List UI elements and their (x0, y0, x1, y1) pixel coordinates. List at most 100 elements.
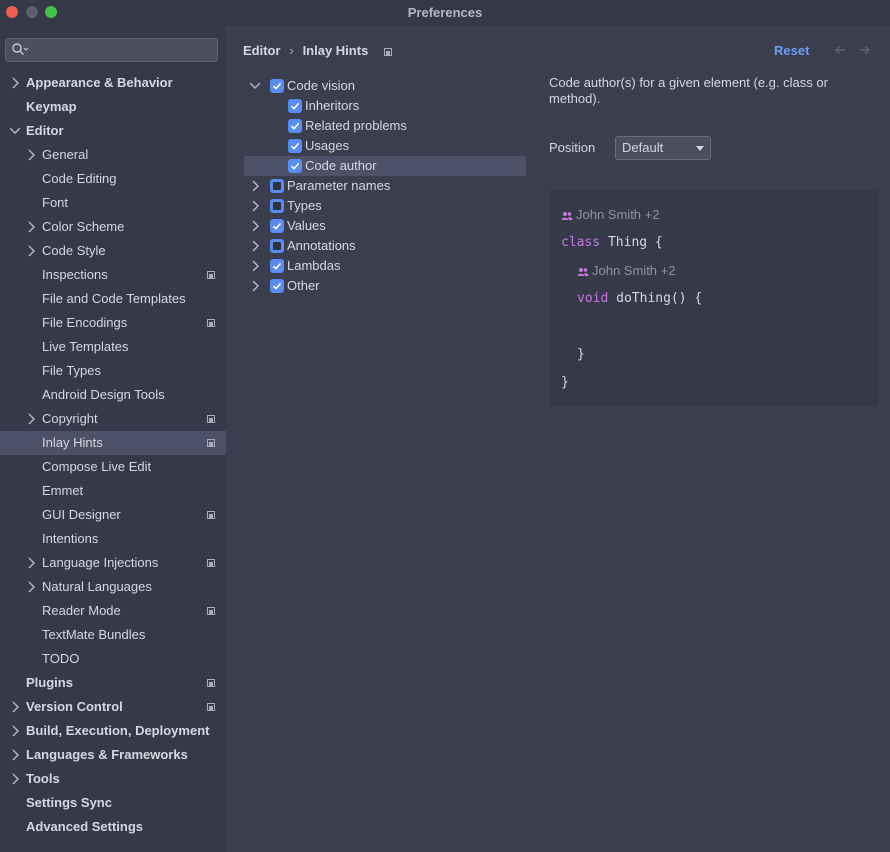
checkbox-checked[interactable] (270, 279, 284, 293)
hint-item-label: Other (287, 278, 320, 293)
class-declaration: Thing { (600, 235, 663, 250)
sidebar-item-advanced-settings[interactable]: Advanced Settings (0, 815, 226, 839)
checkbox-checked[interactable] (270, 79, 284, 93)
sidebar-item-inspections[interactable]: Inspections (0, 263, 226, 287)
checkbox-partial[interactable] (270, 199, 284, 213)
chevron-right-icon[interactable] (250, 200, 260, 212)
chevron-right-icon[interactable] (26, 149, 36, 161)
chevron-right-icon[interactable] (26, 413, 36, 425)
checkbox-checked[interactable] (288, 99, 302, 113)
hint-item-other[interactable]: Other (244, 276, 526, 296)
checkbox-checked[interactable] (288, 159, 302, 173)
sidebar-item-plugins[interactable]: Plugins (0, 671, 226, 695)
sidebar-item-natural-languages[interactable]: Natural Languages (0, 575, 226, 599)
chevron-right-icon[interactable] (250, 220, 260, 232)
sidebar-item-label: Live Templates (42, 339, 129, 354)
sidebar-item-copyright[interactable]: Copyright (0, 407, 226, 431)
sidebar-item-file-types[interactable]: File Types (0, 359, 226, 383)
sidebar-item-file-encodings[interactable]: File Encodings (0, 311, 226, 335)
chevron-right-icon[interactable] (10, 701, 20, 713)
sidebar-item-reader-mode[interactable]: Reader Mode (0, 599, 226, 623)
sidebar-item-code-style[interactable]: Code Style (0, 239, 226, 263)
hint-item-label: Inheritors (305, 98, 360, 113)
project-scope-icon (207, 703, 215, 711)
sidebar-item-label: Tools (26, 771, 60, 786)
keyword-class: class (561, 235, 601, 250)
sidebar-item-code-editing[interactable]: Code Editing (0, 167, 226, 191)
sidebar-item-intentions[interactable]: Intentions (0, 527, 226, 551)
back-arrow-icon[interactable] (834, 44, 846, 56)
sidebar-item-label: Font (42, 195, 69, 210)
hint-item-inheritors[interactable]: Inheritors (244, 96, 526, 116)
forward-arrow-icon[interactable] (859, 44, 871, 56)
chevron-right-icon[interactable] (26, 245, 36, 257)
sidebar-item-general[interactable]: General (0, 143, 226, 167)
sidebar-item-label: GUI Designer (42, 507, 121, 522)
chevron-right-icon[interactable] (250, 260, 260, 272)
breadcrumb-parent[interactable]: Editor (243, 43, 281, 58)
sidebar-item-inlay-hints[interactable]: Inlay Hints (0, 431, 226, 455)
chevron-down-icon[interactable] (10, 125, 20, 137)
chevron-right-icon[interactable] (10, 77, 20, 89)
sidebar-item-version-control[interactable]: Version Control (0, 695, 226, 719)
sidebar-item-android-design-tools[interactable]: Android Design Tools (0, 383, 226, 407)
hint-item-values[interactable]: Values (244, 216, 526, 236)
hint-item-parameter-names[interactable]: Parameter names (244, 176, 526, 196)
chevron-right-icon[interactable] (26, 221, 36, 233)
checkmark-icon (290, 122, 300, 130)
chevron-right-icon[interactable] (10, 725, 20, 737)
sidebar-item-live-templates[interactable]: Live Templates (0, 335, 226, 359)
project-scope-icon (207, 271, 215, 279)
users-icon (577, 267, 589, 276)
sidebar-item-label: Emmet (42, 483, 84, 498)
chevron-right-icon[interactable] (250, 180, 260, 192)
sidebar-item-label: Languages & Frameworks (26, 747, 188, 762)
sidebar-item-editor[interactable]: Editor (0, 119, 226, 143)
sidebar-item-label: Intentions (42, 531, 99, 546)
checkbox-partial[interactable] (270, 179, 284, 193)
chevron-right-icon[interactable] (26, 557, 36, 569)
sidebar-item-todo[interactable]: TODO (0, 647, 226, 671)
sidebar-item-settings-sync[interactable]: Settings Sync (0, 791, 226, 815)
sidebar-item-appearance-and-behavior[interactable]: Appearance & Behavior (0, 71, 226, 95)
chevron-down-icon[interactable] (250, 80, 260, 92)
chevron-right-icon[interactable] (10, 773, 20, 785)
hint-item-related-problems[interactable]: Related problems (244, 116, 526, 136)
checkbox-partial[interactable] (270, 239, 284, 253)
sidebar-item-languages-and-frameworks[interactable]: Languages & Frameworks (0, 743, 226, 767)
chevron-right-icon[interactable] (10, 749, 20, 761)
hint-item-usages[interactable]: Usages (244, 136, 526, 156)
sidebar-item-label: Android Design Tools (42, 387, 165, 402)
reset-button[interactable]: Reset (774, 42, 809, 60)
hint-item-code-vision[interactable]: Code vision (244, 76, 526, 96)
sidebar-item-font[interactable]: Font (0, 191, 226, 215)
checkmark-icon (290, 142, 300, 150)
sidebar-item-language-injections[interactable]: Language Injections (0, 551, 226, 575)
position-dropdown[interactable]: Default (615, 136, 711, 160)
author-hint-class[interactable]: John Smith +2 (561, 206, 659, 224)
sidebar-item-build-execution-deployment[interactable]: Build, Execution, Deployment (0, 719, 226, 743)
sidebar-item-color-scheme[interactable]: Color Scheme (0, 215, 226, 239)
sidebar-item-compose-live-edit[interactable]: Compose Live Edit (0, 455, 226, 479)
sidebar-item-label: Code Style (42, 243, 106, 258)
author-hint-method[interactable]: John Smith +2 (577, 262, 675, 280)
chevron-right-icon[interactable] (26, 581, 36, 593)
method-declaration: doThing() { (608, 291, 703, 306)
checkbox-checked[interactable] (288, 139, 302, 153)
sidebar-item-emmet[interactable]: Emmet (0, 479, 226, 503)
sidebar-item-file-and-code-templates[interactable]: File and Code Templates (0, 287, 226, 311)
hint-item-types[interactable]: Types (244, 196, 526, 216)
checkbox-checked[interactable] (270, 219, 284, 233)
chevron-right-icon[interactable] (250, 240, 260, 252)
hint-item-code-author[interactable]: Code author (244, 156, 526, 176)
checkbox-checked[interactable] (270, 259, 284, 273)
chevron-right-icon[interactable] (250, 280, 260, 292)
search-input[interactable] (5, 38, 218, 62)
sidebar-item-keymap[interactable]: Keymap (0, 95, 226, 119)
checkbox-checked[interactable] (288, 119, 302, 133)
hint-item-annotations[interactable]: Annotations (244, 236, 526, 256)
hint-item-lambdas[interactable]: Lambdas (244, 256, 526, 276)
sidebar-item-tools[interactable]: Tools (0, 767, 226, 791)
sidebar-item-textmate-bundles[interactable]: TextMate Bundles (0, 623, 226, 647)
sidebar-item-gui-designer[interactable]: GUI Designer (0, 503, 226, 527)
